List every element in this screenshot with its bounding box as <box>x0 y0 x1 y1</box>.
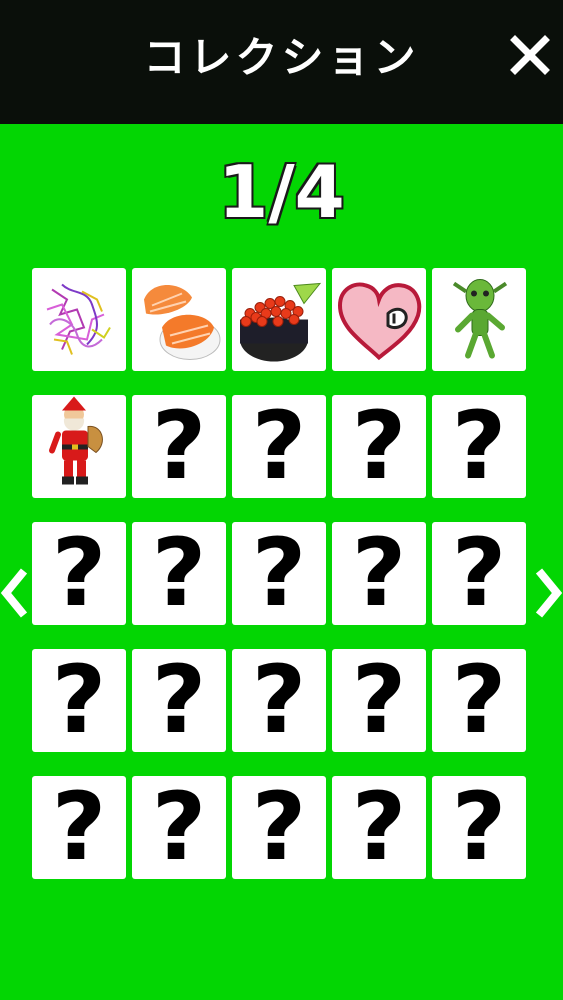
collection-slot-salmon-sushi[interactable] <box>132 268 226 371</box>
collection-slot-locked[interactable]: ? <box>132 395 226 498</box>
question-mark-icon: ? <box>351 649 407 752</box>
collection-slot-locked[interactable]: ? <box>332 395 426 498</box>
question-mark-icon: ? <box>251 395 307 498</box>
collection-slot-locked[interactable]: ? <box>32 522 126 625</box>
question-mark-icon: ? <box>451 522 507 625</box>
collection-slot-alien[interactable] <box>432 268 526 371</box>
question-mark-icon: ? <box>351 395 407 498</box>
question-mark-icon: ? <box>451 649 507 752</box>
page-title: コレクション <box>143 33 420 82</box>
collection-slot-locked[interactable]: ? <box>432 522 526 625</box>
collection-slot-locked[interactable]: ? <box>232 776 326 879</box>
question-mark-icon: ? <box>451 395 507 498</box>
question-mark-icon: ? <box>51 776 107 879</box>
question-mark-icon: ? <box>351 522 407 625</box>
collection-slot-locked[interactable]: ? <box>132 522 226 625</box>
collection-slot-locked[interactable]: ? <box>132 649 226 752</box>
collection-slot-santa[interactable] <box>32 395 126 498</box>
question-mark-icon: ? <box>451 776 507 879</box>
header-bar: コレクション <box>0 0 563 124</box>
question-mark-icon: ? <box>51 649 107 752</box>
chevron-right-icon <box>535 568 563 618</box>
chevron-left-icon <box>0 568 28 618</box>
question-mark-icon: ? <box>51 522 107 625</box>
close-icon <box>510 35 550 75</box>
collection-slot-locked[interactable]: ? <box>332 776 426 879</box>
salmon-sushi-icon <box>144 285 221 360</box>
next-page-button[interactable] <box>533 565 563 621</box>
collection-slot-molecule[interactable] <box>32 268 126 371</box>
collection-slot-ikura-sushi[interactable] <box>232 268 326 371</box>
collection-slot-locked[interactable]: ? <box>32 649 126 752</box>
molecule-icon <box>46 283 111 355</box>
collection-slot-heart[interactable] <box>332 268 426 371</box>
close-button[interactable] <box>505 30 555 80</box>
question-mark-icon: ? <box>251 522 307 625</box>
collection-slot-locked[interactable]: ? <box>132 776 226 879</box>
question-mark-icon: ? <box>151 395 207 498</box>
alien-icon <box>452 279 508 359</box>
collection-slot-locked[interactable]: ? <box>432 649 526 752</box>
collection-slot-locked[interactable]: ? <box>232 395 326 498</box>
prev-page-button[interactable] <box>0 565 30 621</box>
collection-slot-locked[interactable]: ? <box>232 522 326 625</box>
question-mark-icon: ? <box>351 776 407 879</box>
page-indicator: 1/4 <box>217 149 347 236</box>
collection-slot-locked[interactable]: ? <box>332 522 426 625</box>
collection-slot-locked[interactable]: ? <box>232 649 326 752</box>
santa-icon <box>49 396 103 485</box>
collection-grid: ??????????????????? <box>32 268 532 879</box>
heart-icon <box>337 282 422 361</box>
question-mark-icon: ? <box>251 649 307 752</box>
question-mark-icon: ? <box>151 776 207 879</box>
collection-slot-locked[interactable]: ? <box>332 649 426 752</box>
collection-slot-locked[interactable]: ? <box>432 395 526 498</box>
question-mark-icon: ? <box>251 776 307 879</box>
ikura-sushi-icon <box>240 282 322 362</box>
question-mark-icon: ? <box>151 522 207 625</box>
collection-slot-locked[interactable]: ? <box>432 776 526 879</box>
question-mark-icon: ? <box>151 649 207 752</box>
collection-slot-locked[interactable]: ? <box>32 776 126 879</box>
